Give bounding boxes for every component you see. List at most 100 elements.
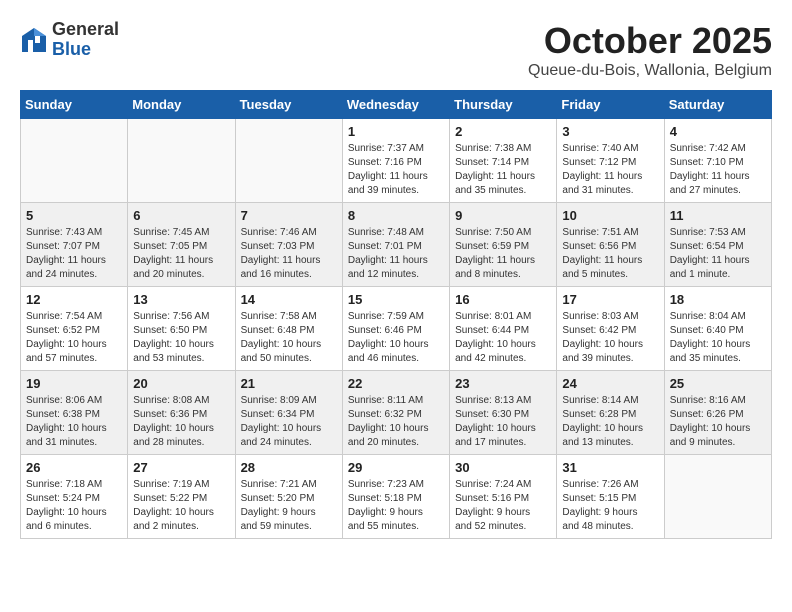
calendar-day-cell: 14Sunrise: 7:58 AM Sunset: 6:48 PM Dayli…	[235, 287, 342, 371]
day-info: Sunrise: 8:06 AM Sunset: 6:38 PM Dayligh…	[26, 394, 122, 450]
calendar-week-row: 5 Sunrise: 7:43 AM Sunset: 7:07 PM Daylig…	[21, 203, 772, 287]
day-number: 12	[26, 292, 122, 307]
calendar-day-cell: 6Sunrise: 7:45 AM Sunset: 7:05 PM Daylig…	[128, 203, 235, 287]
calendar-day-cell: 7 Sunrise: 7:46 AM Sunset: 7:03 PM Daylig…	[235, 203, 342, 287]
logo-general-text: General	[52, 19, 119, 39]
calendar-day-cell: 11 Sunrise: 7:53 AM Sunset: 6:54 PM Dayli…	[664, 203, 771, 287]
calendar-week-row: 1 Sunrise: 7:37 AM Sunset: 7:16 PM Daylig…	[21, 119, 772, 203]
day-info: Sunrise: 7:59 AM Sunset: 6:46 PM Dayligh…	[348, 310, 444, 366]
calendar-day-cell: 23Sunrise: 8:13 AM Sunset: 6:30 PM Dayli…	[450, 371, 557, 455]
day-number: 18	[670, 292, 766, 307]
calendar-day-cell: 19 Sunrise: 8:06 AM Sunset: 6:38 PM Dayli…	[21, 371, 128, 455]
day-number: 31	[562, 460, 658, 475]
day-number: 5	[26, 208, 122, 223]
weekday-header: Monday	[128, 91, 235, 119]
calendar-day-cell: 13Sunrise: 7:56 AM Sunset: 6:50 PM Dayli…	[128, 287, 235, 371]
calendar-day-cell: 21 Sunrise: 8:09 AM Sunset: 6:34 PM Dayli…	[235, 371, 342, 455]
calendar-header-row: SundayMondayTuesdayWednesdayThursdayFrid…	[21, 91, 772, 119]
calendar-day-cell: 15 Sunrise: 7:59 AM Sunset: 6:46 PM Dayli…	[342, 287, 449, 371]
calendar-day-cell: 22 Sunrise: 8:11 AM Sunset: 6:32 PM Dayli…	[342, 371, 449, 455]
calendar-day-cell	[235, 119, 342, 203]
title-block: October 2025 Queue-du-Bois, Wallonia, Be…	[528, 20, 772, 80]
day-number: 15	[348, 292, 444, 307]
calendar-day-cell	[664, 455, 771, 539]
calendar-day-cell: 28 Sunrise: 7:21 AM Sunset: 5:20 PM Dayli…	[235, 455, 342, 539]
calendar-table: SundayMondayTuesdayWednesdayThursdayFrid…	[20, 90, 772, 539]
calendar-day-cell: 9Sunrise: 7:50 AM Sunset: 6:59 PM Daylig…	[450, 203, 557, 287]
day-info: Sunrise: 7:43 AM Sunset: 7:07 PM Dayligh…	[26, 226, 122, 282]
day-number: 7	[241, 208, 337, 223]
month-title: October 2025	[528, 20, 772, 62]
day-info: Sunrise: 7:53 AM Sunset: 6:54 PM Dayligh…	[670, 226, 766, 282]
day-number: 2	[455, 124, 551, 139]
day-info: Sunrise: 7:18 AM Sunset: 5:24 PM Dayligh…	[26, 478, 122, 534]
weekday-header: Tuesday	[235, 91, 342, 119]
day-info: Sunrise: 7:54 AM Sunset: 6:52 PM Dayligh…	[26, 310, 122, 366]
weekday-header: Friday	[557, 91, 664, 119]
day-info: Sunrise: 8:11 AM Sunset: 6:32 PM Dayligh…	[348, 394, 444, 450]
calendar-day-cell: 18 Sunrise: 8:04 AM Sunset: 6:40 PM Dayli…	[664, 287, 771, 371]
day-number: 21	[241, 376, 337, 391]
day-info: Sunrise: 7:51 AM Sunset: 6:56 PM Dayligh…	[562, 226, 658, 282]
day-info: Sunrise: 8:04 AM Sunset: 6:40 PM Dayligh…	[670, 310, 766, 366]
weekday-header: Wednesday	[342, 91, 449, 119]
day-number: 24	[562, 376, 658, 391]
day-info: Sunrise: 7:19 AM Sunset: 5:22 PM Dayligh…	[133, 478, 229, 534]
day-number: 9	[455, 208, 551, 223]
day-number: 28	[241, 460, 337, 475]
weekday-header: Thursday	[450, 91, 557, 119]
day-number: 14	[241, 292, 337, 307]
day-number: 11	[670, 208, 766, 223]
calendar-day-cell	[21, 119, 128, 203]
day-info: Sunrise: 7:26 AM Sunset: 5:15 PM Dayligh…	[562, 478, 658, 534]
calendar-day-cell: 2 Sunrise: 7:38 AM Sunset: 7:14 PM Daylig…	[450, 119, 557, 203]
day-info: Sunrise: 8:09 AM Sunset: 6:34 PM Dayligh…	[241, 394, 337, 450]
day-info: Sunrise: 7:37 AM Sunset: 7:16 PM Dayligh…	[348, 142, 444, 198]
day-number: 25	[670, 376, 766, 391]
location-title: Queue-du-Bois, Wallonia, Belgium	[528, 62, 772, 80]
calendar-day-cell: 29Sunrise: 7:23 AM Sunset: 5:18 PM Dayli…	[342, 455, 449, 539]
calendar-day-cell: 16Sunrise: 8:01 AM Sunset: 6:44 PM Dayli…	[450, 287, 557, 371]
day-number: 4	[670, 124, 766, 139]
calendar-day-cell: 4 Sunrise: 7:42 AM Sunset: 7:10 PM Daylig…	[664, 119, 771, 203]
day-info: Sunrise: 7:42 AM Sunset: 7:10 PM Dayligh…	[670, 142, 766, 198]
calendar-day-cell: 1 Sunrise: 7:37 AM Sunset: 7:16 PM Daylig…	[342, 119, 449, 203]
day-info: Sunrise: 8:03 AM Sunset: 6:42 PM Dayligh…	[562, 310, 658, 366]
calendar-day-cell: 30Sunrise: 7:24 AM Sunset: 5:16 PM Dayli…	[450, 455, 557, 539]
day-number: 19	[26, 376, 122, 391]
calendar-day-cell: 17Sunrise: 8:03 AM Sunset: 6:42 PM Dayli…	[557, 287, 664, 371]
day-info: Sunrise: 7:45 AM Sunset: 7:05 PM Dayligh…	[133, 226, 229, 282]
day-info: Sunrise: 7:24 AM Sunset: 5:16 PM Dayligh…	[455, 478, 551, 534]
day-info: Sunrise: 7:48 AM Sunset: 7:01 PM Dayligh…	[348, 226, 444, 282]
calendar-day-cell: 8 Sunrise: 7:48 AM Sunset: 7:01 PM Daylig…	[342, 203, 449, 287]
calendar-day-cell: 25 Sunrise: 8:16 AM Sunset: 6:26 PM Dayli…	[664, 371, 771, 455]
day-info: Sunrise: 7:40 AM Sunset: 7:12 PM Dayligh…	[562, 142, 658, 198]
day-number: 22	[348, 376, 444, 391]
day-number: 20	[133, 376, 229, 391]
calendar-day-cell: 10 Sunrise: 7:51 AM Sunset: 6:56 PM Dayli…	[557, 203, 664, 287]
weekday-header: Sunday	[21, 91, 128, 119]
day-info: Sunrise: 8:13 AM Sunset: 6:30 PM Dayligh…	[455, 394, 551, 450]
day-number: 1	[348, 124, 444, 139]
logo: General Blue	[20, 20, 119, 60]
day-info: Sunrise: 8:16 AM Sunset: 6:26 PM Dayligh…	[670, 394, 766, 450]
day-info: Sunrise: 7:21 AM Sunset: 5:20 PM Dayligh…	[241, 478, 337, 534]
weekday-header: Saturday	[664, 91, 771, 119]
day-number: 26	[26, 460, 122, 475]
calendar-week-row: 19 Sunrise: 8:06 AM Sunset: 6:38 PM Dayli…	[21, 371, 772, 455]
calendar-day-cell: 12 Sunrise: 7:54 AM Sunset: 6:52 PM Dayli…	[21, 287, 128, 371]
day-number: 10	[562, 208, 658, 223]
calendar-day-cell	[128, 119, 235, 203]
day-number: 8	[348, 208, 444, 223]
calendar-day-cell: 5 Sunrise: 7:43 AM Sunset: 7:07 PM Daylig…	[21, 203, 128, 287]
day-info: Sunrise: 7:46 AM Sunset: 7:03 PM Dayligh…	[241, 226, 337, 282]
calendar-week-row: 12 Sunrise: 7:54 AM Sunset: 6:52 PM Dayli…	[21, 287, 772, 371]
day-info: Sunrise: 8:14 AM Sunset: 6:28 PM Dayligh…	[562, 394, 658, 450]
logo-blue-text: Blue	[52, 39, 91, 59]
day-number: 3	[562, 124, 658, 139]
calendar-day-cell: 20 Sunrise: 8:08 AM Sunset: 6:36 PM Dayli…	[128, 371, 235, 455]
day-info: Sunrise: 7:38 AM Sunset: 7:14 PM Dayligh…	[455, 142, 551, 198]
calendar-day-cell: 31 Sunrise: 7:26 AM Sunset: 5:15 PM Dayli…	[557, 455, 664, 539]
calendar-day-cell: 3 Sunrise: 7:40 AM Sunset: 7:12 PM Daylig…	[557, 119, 664, 203]
day-info: Sunrise: 8:08 AM Sunset: 6:36 PM Dayligh…	[133, 394, 229, 450]
